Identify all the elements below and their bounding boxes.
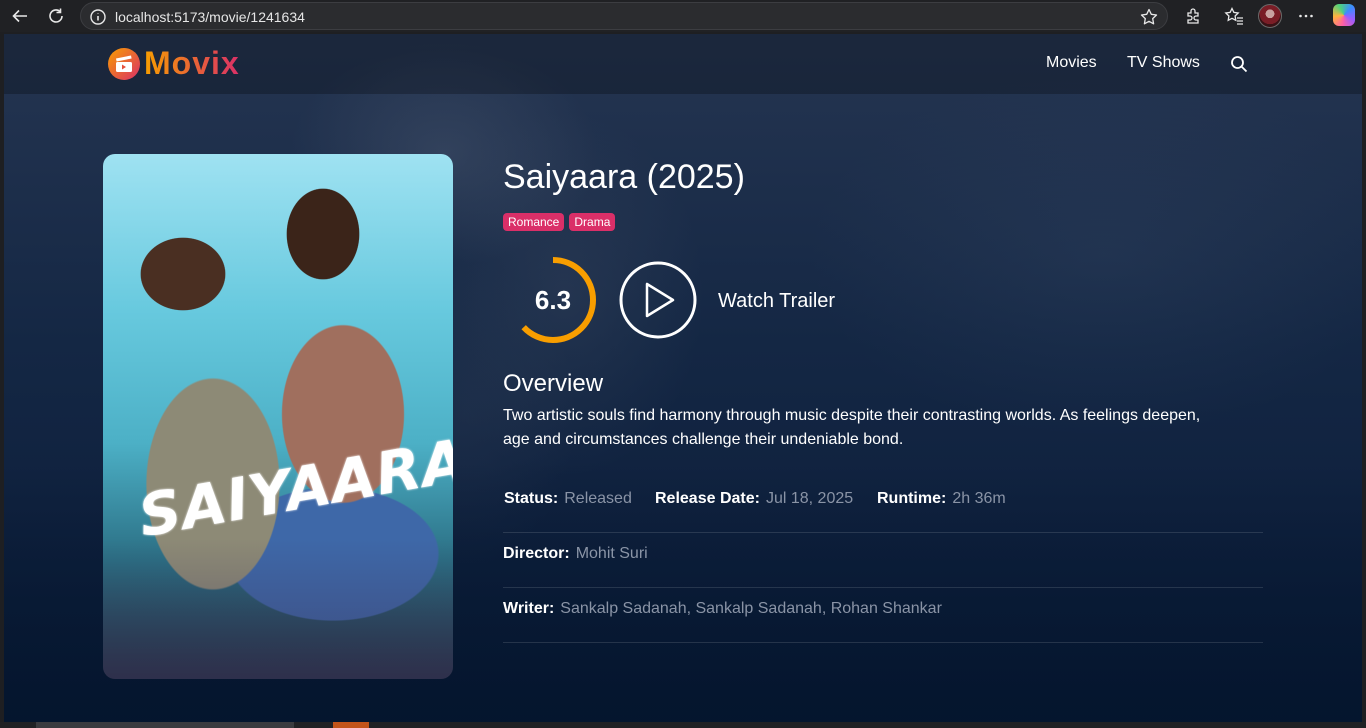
site-logo[interactable]: Movix xyxy=(108,45,240,82)
director-label: Director: xyxy=(503,545,570,562)
more-button[interactable] xyxy=(1294,4,1318,28)
genre-badge[interactable]: Romance xyxy=(503,213,565,231)
nav-movies[interactable]: Movies xyxy=(1046,54,1097,72)
copilot-icon[interactable] xyxy=(1333,4,1355,26)
movie-poster: SAIYAARA xyxy=(103,154,453,679)
nav-tv-shows[interactable]: TV Shows xyxy=(1127,54,1200,72)
genre-list: Romance Drama xyxy=(503,213,616,231)
rating-circle: 6.3 xyxy=(508,255,598,345)
writer-label: Writer: xyxy=(503,600,555,617)
profile-avatar[interactable] xyxy=(1258,4,1282,28)
genre-badge[interactable]: Drama xyxy=(569,213,616,231)
overview-text: Two artistic souls find harmony through … xyxy=(503,407,1201,448)
writer-value: Sankalp Sadanah, Sankalp Sadanah, Rohan … xyxy=(560,600,942,617)
runtime-item: Runtime: 2h 36m xyxy=(877,490,1006,508)
movie-title: Saiyaara (2025) xyxy=(503,158,745,196)
url-text[interactable]: localhost:5173/movie/1241634 xyxy=(115,9,305,25)
overview-heading: Overview xyxy=(503,370,604,397)
watch-trailer-label[interactable]: Watch Trailer xyxy=(718,290,835,313)
status-item: Status: Released xyxy=(504,490,632,508)
status-value: Released xyxy=(564,490,632,507)
favorites-button[interactable] xyxy=(1222,4,1246,28)
play-icon xyxy=(619,261,697,339)
back-icon xyxy=(12,9,27,23)
play-trailer-button[interactable] xyxy=(618,260,698,340)
info-row-status: Status: Released Release Date: Jul 18, 202… xyxy=(503,478,1263,533)
page-viewport: Movix Movies TV Shows SAIYAARA Saiyaara … xyxy=(4,34,1362,722)
search-icon[interactable] xyxy=(1230,55,1248,73)
director-item: Director: Mohit Suri xyxy=(503,545,648,563)
site-header: Movix Movies TV Shows xyxy=(4,34,1362,94)
writer-item: Writer: Sankalp Sadanah, Sankalp Sadanah,… xyxy=(503,600,942,618)
reload-button[interactable] xyxy=(44,4,68,28)
info-icon[interactable] xyxy=(89,8,107,26)
info-row-writer: Writer: Sankalp Sadanah, Sankalp Sadanah,… xyxy=(503,588,1263,643)
runtime-label: Runtime: xyxy=(877,490,947,507)
poster-shade xyxy=(103,539,453,679)
status-label: Status: xyxy=(504,490,559,507)
release-date-value: Jul 18, 2025 xyxy=(765,490,854,507)
director-value: Mohit Suri xyxy=(575,545,648,562)
more-icon xyxy=(1299,14,1313,18)
favorites-icon xyxy=(1224,7,1243,25)
poster-title-art: SAIYAARA xyxy=(133,425,453,551)
address-bar[interactable]: localhost:5173/movie/1241634 xyxy=(80,2,1168,30)
rating-value: 6.3 xyxy=(534,284,572,315)
extensions-icon xyxy=(1187,8,1199,24)
logo-text: Movix xyxy=(144,45,240,81)
reload-icon xyxy=(49,8,63,23)
taskbar-item[interactable] xyxy=(333,722,369,728)
runtime-value: 2h 36m xyxy=(952,490,1006,507)
release-date-label: Release Date: xyxy=(655,490,760,507)
star-icon[interactable] xyxy=(1139,7,1159,27)
browser-toolbar: localhost:5173/movie/1241634 xyxy=(0,0,1366,32)
taskbar-strip xyxy=(0,722,1366,728)
release-item: Release Date: Jul 18, 2025 xyxy=(655,490,853,508)
taskbar-item[interactable] xyxy=(36,722,294,728)
back-button[interactable] xyxy=(8,4,32,28)
extensions-button[interactable] xyxy=(1181,4,1205,28)
info-row-director: Director: Mohit Suri xyxy=(503,533,1263,588)
clapper-icon xyxy=(108,47,140,80)
